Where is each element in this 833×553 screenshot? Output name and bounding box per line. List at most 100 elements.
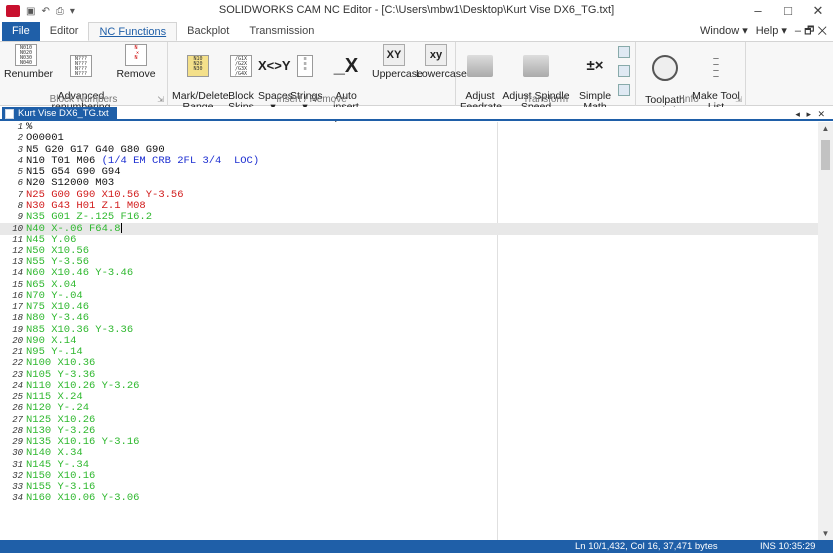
code-line[interactable]: 9 N35 G01 Z-.125 F16.2	[0, 211, 818, 223]
info-dialog-launcher-icon[interactable]: ⇲	[735, 95, 742, 104]
line-number: 25	[12, 392, 23, 402]
scroll-up-icon[interactable]: ▲	[818, 124, 833, 133]
print-icon[interactable]: ⎙	[56, 6, 64, 17]
close-button[interactable]: ✕	[803, 0, 833, 22]
line-number: 26	[12, 403, 23, 414]
code-line[interactable]: 20 N90 X.14	[0, 335, 818, 347]
uppercase-button[interactable]: XY Uppercase	[372, 44, 423, 80]
code-line[interactable]: 1%	[0, 122, 818, 133]
code-line[interactable]: 14 N60 X10.46 Y-3.46	[0, 268, 818, 279]
renumber-icon: N010 N020 N030 N040	[15, 44, 37, 66]
line-code: N120 Y-.24	[26, 402, 90, 415]
text-caret	[120, 223, 122, 234]
file-icon	[5, 109, 14, 119]
undo-icon[interactable]: ↶	[41, 6, 49, 17]
maximize-button[interactable]: □	[773, 0, 803, 22]
line-number: 6	[17, 178, 23, 189]
tab-file[interactable]: File	[2, 22, 40, 41]
tab-backplot[interactable]: Backplot	[177, 22, 239, 41]
code-line[interactable]: 15 N65 X.04	[0, 279, 818, 291]
code-line[interactable]: 5 N15 G54 G90 G94	[0, 166, 818, 178]
line-code: N150 X10.16	[26, 469, 96, 482]
line-number: 20	[12, 335, 23, 346]
line-code: N95 Y-.14	[26, 346, 83, 358]
quick-access-toolbar: ▣ ↶ ⎙ ▾	[0, 5, 120, 17]
document-tab-controls[interactable]: ◂ ▸ ✕	[795, 107, 827, 121]
help-menu[interactable]: Help ▾	[756, 22, 787, 41]
group-label-block-numbers: Block Numbers	[49, 94, 118, 105]
group-label-info: Info	[682, 94, 699, 105]
window-menu[interactable]: Window ▾	[700, 22, 748, 41]
block-skips-icon: /G1X/G2X/G3X/G4X	[230, 55, 252, 77]
line-number: 34	[12, 493, 23, 504]
math-icon: ±×	[586, 57, 604, 74]
line-code: N15 G54 G90 G94	[26, 166, 121, 178]
group-info: Toolpath Statistics ———— Make Tool List …	[636, 42, 746, 117]
code-line[interactable]: 31 N145 Y-.34	[0, 459, 818, 471]
status-bar: Ln 10/1,432, Col 16, 37,471 bytes INS 10…	[0, 540, 833, 553]
code-line[interactable]: 27 N125 X10.26	[0, 413, 818, 426]
customize-qa-icon[interactable]: ▾	[70, 6, 75, 17]
code-line[interactable]: 34 N160 X10.06 Y-3.06	[0, 493, 818, 504]
scroll-down-icon[interactable]: ▼	[818, 529, 833, 538]
code-editor[interactable]: 1% 2 O00001 3 N5 G20 G17 G40 G80 G90 4 N10 T01…	[0, 122, 818, 540]
line-code: N30 G43 H01 Z.1 M08	[26, 199, 146, 212]
code-line[interactable]: 30 N140 X.34	[0, 448, 818, 459]
line-code: N60 X10.46 Y-3.46	[26, 267, 134, 280]
code-line[interactable]: 21 N95 Y-.14	[0, 346, 818, 358]
line-number: 2	[17, 133, 23, 144]
code-line[interactable]: 12 N50 X10.56	[0, 245, 818, 257]
dialog-launcher-icon[interactable]: ⇲	[157, 95, 164, 104]
cursor-position: Ln 10/1,432, Col 16, 37,471 bytes	[575, 541, 718, 552]
code-line[interactable]: 22 N100 X10.36	[0, 358, 818, 369]
lowercase-button[interactable]: xy Lowercase	[416, 44, 467, 80]
renumber-button[interactable]: N010 N020 N030 N040 Renumber	[4, 44, 53, 80]
save-icon[interactable]: ▣	[26, 6, 35, 17]
transform-tool-2-icon[interactable]	[618, 65, 630, 77]
tool-list-icon: — — — —	[713, 55, 719, 77]
line-number: 17	[12, 302, 23, 312]
line-code: N130 Y-3.26	[26, 424, 96, 437]
line-code: N110 X10.26 Y-3.26	[26, 379, 140, 392]
code-line[interactable]: 26 N120 Y-.24	[0, 403, 818, 414]
remove-block-numbers-button[interactable]: N ✕ N Remove	[114, 44, 158, 80]
line-number: 23	[12, 369, 23, 380]
line-code: N25 G00 G90 X10.56 Y-3.56	[26, 188, 184, 201]
code-line[interactable]: 17 N75 X10.46	[0, 301, 818, 313]
document-tab[interactable]: Kurt Vise DX6_TG.txt	[2, 107, 117, 121]
code-line[interactable]: 11 N45 Y.06	[0, 234, 818, 246]
line-code: N75 X10.46	[26, 301, 90, 313]
ribbon-tabs: File Editor NC Functions Backplot Transm…	[0, 22, 833, 42]
mdi-controls[interactable]: – 🗗 ✕	[795, 22, 827, 41]
code-line[interactable]: 4 N10 T01 M06 (1/4 EM CRB 2FL 3/4 LOC)	[0, 155, 818, 167]
code-line[interactable]: 25 N115 X.24	[0, 391, 818, 403]
vertical-scrollbar[interactable]: ▲ ▼	[818, 122, 833, 540]
transform-tool-1-icon[interactable]	[618, 46, 630, 58]
line-code: N80 Y-3.46	[26, 312, 90, 325]
code-line[interactable]: 16 N70 Y-.04	[0, 290, 818, 302]
line-number: 28	[12, 425, 23, 436]
line-number: 11	[12, 234, 23, 245]
minimize-button[interactable]: –	[743, 0, 773, 22]
tab-editor[interactable]: Editor	[40, 22, 89, 41]
app-logo-icon[interactable]	[6, 5, 20, 17]
code-line[interactable]: 32 N150 X10.16	[0, 469, 818, 482]
mark-delete-icon: N10 N20 N30	[187, 55, 209, 77]
document-tab-bar: Kurt Vise DX6_TG.txt ◂ ▸ ✕	[0, 107, 833, 121]
line-code: N125 X10.26	[26, 413, 96, 426]
line-number: 22	[12, 358, 23, 369]
tab-nc-functions[interactable]: NC Functions	[88, 22, 178, 41]
code-line[interactable]: 24 N110 X10.26 Y-3.26	[0, 379, 818, 392]
scroll-thumb[interactable]	[821, 140, 830, 170]
code-line[interactable]: 29 N135 X10.16 Y-3.16	[0, 436, 818, 448]
spindle-icon	[523, 55, 549, 77]
line-code: N160 X10.06 Y-3.06	[26, 492, 140, 505]
remove-numbers-icon: N ✕ N	[125, 44, 147, 66]
line-number: 32	[12, 470, 23, 481]
code-line[interactable]: 19 N85 X10.36 Y-3.36	[0, 324, 818, 336]
line-number: 12	[12, 245, 23, 256]
line-code: N5 G20 G17 G40 G80 G90	[26, 143, 165, 156]
code-line[interactable]: 10 N40 X-.06 F64.8	[0, 223, 818, 235]
tab-transmission[interactable]: Transmission	[239, 22, 324, 41]
line-number: 31	[12, 459, 23, 470]
